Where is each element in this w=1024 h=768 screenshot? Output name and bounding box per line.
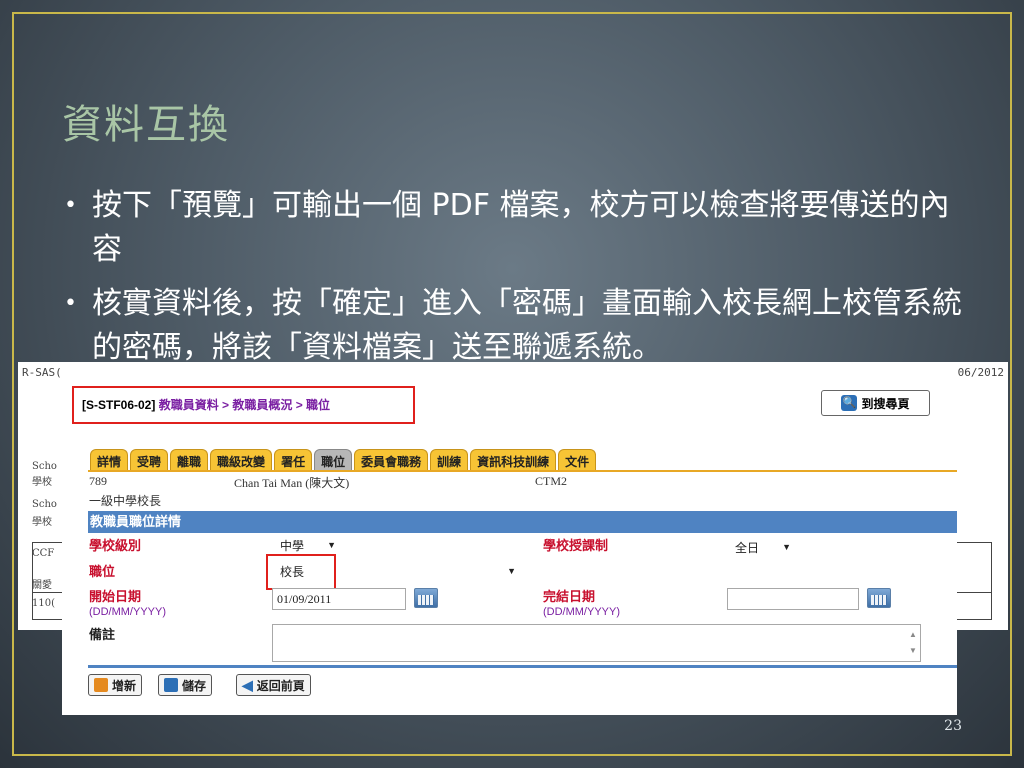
save-button[interactable]: 儲存 <box>158 674 213 696</box>
chevron-down-icon: ▼ <box>507 566 516 576</box>
tab-bar: 詳情 受聘 離職 職級改變 署任 職位 委員會職務 訓練 資訊科技訓練 文件 <box>90 449 598 471</box>
app-screenshot: [S-STF06-02] 教職員資料 > 教職員概況 > 職位 🔍 到搜尋頁 詳… <box>62 378 957 715</box>
session-value: 全日 <box>735 540 760 555</box>
tab-it-training[interactable]: 資訊科技訓練 <box>470 449 557 471</box>
session-label: 學校授課制 <box>543 538 609 553</box>
bg-top-right-text: 06/2012 <box>957 366 1004 379</box>
school-level-select[interactable]: 中學 ▼ <box>276 535 340 555</box>
highlight-box <box>266 554 336 590</box>
save-icon <box>164 678 178 692</box>
breadcrumb: [S-STF06-02] 教職員資料 > 教職員概況 > 職位 <box>72 386 415 424</box>
search-icon: 🔍 <box>841 395 858 411</box>
add-button[interactable]: 增新 <box>88 674 143 696</box>
section-title: 教職員職位詳情 <box>88 511 957 533</box>
bg-side-label: CCF <box>32 548 55 559</box>
start-date-input[interactable]: 01/09/2011 <box>272 588 406 610</box>
bullet-dot-icon: • <box>64 193 77 218</box>
school-level-value: 中學 <box>280 538 305 553</box>
bg-top-left-text: R-SAS( <box>22 366 62 379</box>
chevron-down-icon: ▼ <box>782 542 791 552</box>
bullet-text: 按下「預覽」可輸出一個 PDF 檔案，校方可以檢查將要傳送的內容 <box>92 188 950 267</box>
remarks-label: 備註 <box>89 627 116 642</box>
remarks-textarea[interactable]: ▲ ▼ <box>272 624 921 662</box>
add-icon <box>94 678 108 692</box>
back-to-search-label: 到搜尋頁 <box>861 396 910 411</box>
page-number: 23 <box>944 718 962 734</box>
add-label: 增新 <box>112 678 137 693</box>
back-button[interactable]: ◀ 返回前頁 <box>236 674 311 696</box>
tab-acting[interactable]: 署任 <box>274 449 313 471</box>
tab-employment[interactable]: 受聘 <box>130 449 169 471</box>
tab-training[interactable]: 訓練 <box>430 449 469 471</box>
bg-side-label: 學校 <box>32 517 52 528</box>
form-bottom-rule <box>88 665 957 668</box>
end-date-label: 完結日期 <box>543 589 596 604</box>
session-select[interactable]: 全日 ▼ <box>731 537 795 557</box>
post-label: 職位 <box>89 564 116 579</box>
save-label: 儲存 <box>182 678 207 693</box>
staff-id: 789 <box>89 474 107 488</box>
scrollbar[interactable]: ▲ ▼ <box>908 627 918 659</box>
bg-side-label: 110( <box>32 598 55 609</box>
bg-side-label: 關愛 <box>32 580 52 591</box>
back-to-search-button[interactable]: 🔍 到搜尋頁 <box>821 390 930 416</box>
tab-details[interactable]: 詳情 <box>90 449 129 471</box>
staff-code: CTM2 <box>535 474 568 488</box>
back-label: 返回前頁 <box>256 678 305 693</box>
bg-side-label: Scho <box>32 499 57 510</box>
slide-title: 資料互換 <box>62 102 230 148</box>
tab-documents[interactable]: 文件 <box>558 449 597 471</box>
calendar-icon[interactable] <box>867 588 891 608</box>
end-date-input[interactable] <box>727 588 859 610</box>
staff-name: Chan Tai Man (陳大文) <box>234 476 350 490</box>
bullet-item: • 按下「預覽」可輸出一個 PDF 檔案，校方可以檢查將要傳送的內容 <box>62 184 962 272</box>
screen-code: [S-STF06-02] <box>82 398 156 412</box>
bg-side-label: 學校 <box>32 477 52 488</box>
chevron-down-icon: ▼ <box>327 540 336 550</box>
start-date-hint: (DD/MM/YYYY) <box>89 606 166 618</box>
tab-departure[interactable]: 離職 <box>170 449 209 471</box>
tab-rank-change[interactable]: 職級改變 <box>210 449 273 471</box>
bullet-text: 核實資料後，按「確定」進入「密碼」畫面輸入校長網上校管系統的密碼，將該「資料檔案… <box>92 286 962 365</box>
tab-post[interactable]: 職位 <box>314 449 353 471</box>
tab-committee-duties[interactable]: 委員會職務 <box>354 449 429 471</box>
breadcrumb-path[interactable]: 教職員資料 > 教職員概況 > 職位 <box>159 398 330 412</box>
staff-rank: 一級中學校長 <box>89 494 162 508</box>
end-date-hint: (DD/MM/YYYY) <box>543 606 620 618</box>
bg-side-label: Scho <box>32 461 57 472</box>
bullet-item: • 核實資料後，按「確定」進入「密碼」畫面輸入校長網上校管系統的密碼，將該「資料… <box>62 282 962 370</box>
start-date-label: 開始日期 <box>89 589 142 604</box>
tab-underline <box>88 470 957 472</box>
school-level-label: 學校級別 <box>89 538 142 553</box>
calendar-icon[interactable] <box>414 588 438 608</box>
bullet-dot-icon: • <box>64 291 77 316</box>
back-arrow-icon: ◀ <box>242 676 253 693</box>
